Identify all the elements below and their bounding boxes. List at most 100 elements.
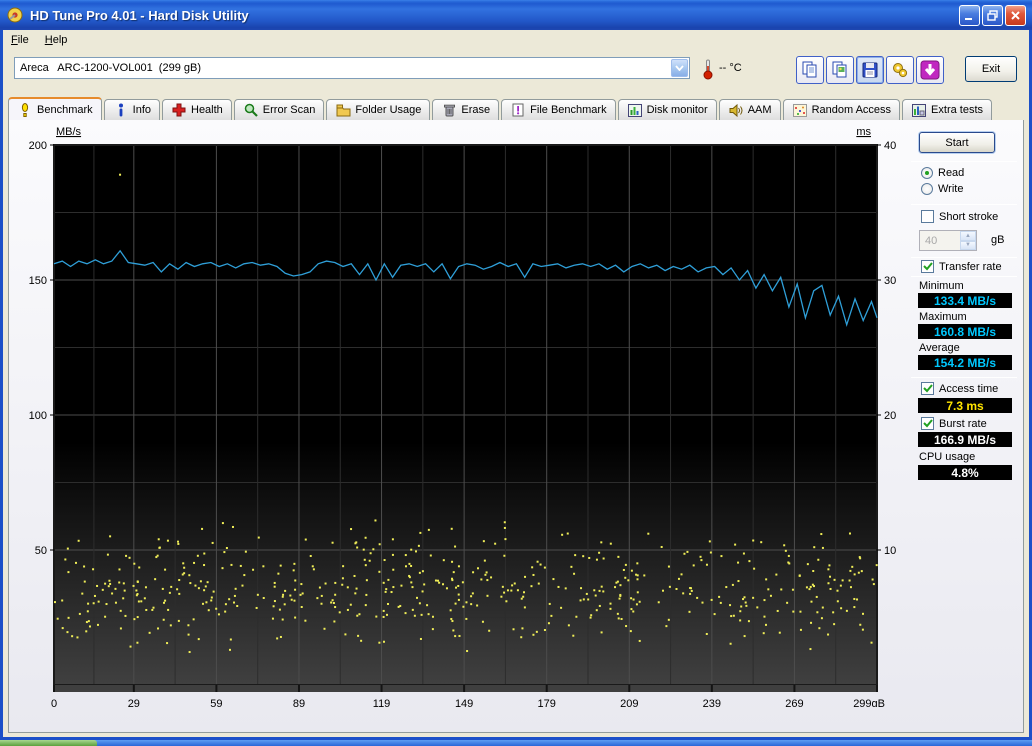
options-button[interactable] — [886, 56, 914, 84]
tab-label: Error Scan — [262, 104, 316, 116]
tab-folder-usage[interactable]: Folder Usage — [326, 99, 431, 120]
separator — [911, 276, 1017, 277]
drive-selector[interactable]: Areca ARC-1200-VOL001 (299 gB) — [14, 57, 690, 79]
menu-bar: File Help — [3, 30, 1029, 50]
save-icon — [862, 62, 878, 78]
cpu-usage-label: CPU usage — [919, 451, 976, 463]
svg-text:40: 40 — [884, 140, 896, 152]
menu-help[interactable]: Help — [37, 32, 76, 48]
tab-label: Health — [191, 104, 223, 116]
menu-file[interactable]: File — [3, 32, 37, 48]
burst-rate-checkbox[interactable]: Burst rate — [921, 417, 987, 430]
tab-file-benchmark[interactable]: File Benchmark — [501, 99, 616, 120]
svg-text:30: 30 — [884, 275, 896, 287]
tab-benchmark[interactable]: Benchmark — [8, 97, 102, 120]
speaker-icon — [728, 103, 744, 117]
drive-selector-value: Areca ARC-1200-VOL001 (299 gB) — [20, 62, 201, 74]
separator — [911, 204, 1017, 205]
start-label: Start — [945, 136, 969, 149]
transfer-rate-label: Transfer rate — [939, 260, 1002, 273]
svg-text:0: 0 — [51, 698, 57, 707]
tab-error-scan[interactable]: Error Scan — [233, 99, 325, 120]
extra-tests-icon — [911, 103, 927, 117]
thermometer-icon — [703, 59, 713, 80]
average-value: 154.2 MB/s — [918, 355, 1012, 370]
app-icon — [7, 7, 23, 23]
download-button[interactable] — [916, 56, 944, 84]
svg-text:179: 179 — [538, 698, 556, 707]
toolbar: Areca ARC-1200-VOL001 (299 gB) -- °C Exi… — [3, 50, 1029, 94]
benchmark-page: MB/s 200 150 100 50 ms 40 30 20 10 0 29 59 89 119 149 17… — [8, 120, 1024, 733]
svg-text:149: 149 — [455, 698, 473, 707]
start-menu-button-fragment[interactable] — [0, 740, 97, 746]
temperature-readout: -- °C — [719, 62, 742, 74]
burst-rate-value: 166.9 MB/s — [918, 432, 1012, 447]
minimum-value: 133.4 MB/s — [918, 293, 1012, 308]
tab-label: Info — [132, 104, 151, 116]
svg-text:299gB: 299gB — [853, 698, 885, 707]
start-button[interactable]: Start — [919, 132, 995, 153]
save-button[interactable] — [856, 56, 884, 84]
short-stroke-checkbox[interactable]: Short stroke — [921, 210, 998, 223]
tab-disk-monitor[interactable]: Disk monitor — [617, 99, 717, 120]
checkbox-checked-icon — [921, 417, 934, 430]
download-icon — [920, 60, 940, 80]
tab-erase[interactable]: Erase — [432, 99, 500, 120]
radio-selected-icon — [921, 167, 933, 179]
burst-rate-label: Burst rate — [939, 417, 987, 430]
benchmark-chart-svg: MB/s20015010050ms403020100 29 59 89 119 149 17… — [29, 126, 897, 710]
copy-image-button[interactable] — [826, 56, 854, 84]
trash-icon — [441, 103, 457, 117]
minimize-button[interactable] — [959, 4, 980, 26]
tab-label: File Benchmark — [530, 104, 607, 116]
title-bar: HD Tune Pro 4.01 - Hard Disk Utility — [0, 0, 1032, 30]
svg-text:209: 209 — [620, 698, 638, 707]
copy-icon — [802, 61, 817, 78]
window-title: HD Tune Pro 4.01 - Hard Disk Utility — [30, 7, 249, 23]
folder-icon — [335, 103, 351, 117]
screen: HD Tune Pro 4.01 - Hard Disk Utility Fil… — [0, 0, 1032, 746]
short-stroke-size-spinner[interactable]: 40 ▲ ▼ — [919, 230, 977, 251]
svg-text:10: 10 — [884, 545, 896, 557]
tab-label: AAM — [747, 104, 772, 116]
write-radio[interactable]: Write — [921, 183, 963, 195]
svg-text:20: 20 — [884, 410, 896, 422]
copy-image-icon — [832, 61, 847, 78]
tab-random-access[interactable]: Random Access — [782, 99, 901, 120]
close-button[interactable] — [1005, 4, 1026, 26]
stroke-unit-label: gB — [991, 234, 1005, 246]
checkbox-unchecked-icon — [921, 210, 934, 223]
tab-label: Random Access — [811, 104, 892, 116]
read-radio[interactable]: Read — [921, 167, 964, 179]
maximize-button[interactable] — [982, 4, 1003, 26]
cpu-usage-value: 4.8% — [918, 465, 1012, 480]
svg-text:100: 100 — [29, 410, 47, 422]
taskbar-fragment[interactable] — [0, 740, 1032, 746]
spinner-down-icon[interactable]: ▼ — [960, 240, 976, 250]
access-time-checkbox[interactable]: Access time — [921, 382, 998, 395]
svg-text:150: 150 — [29, 275, 47, 287]
transfer-rate-checkbox[interactable]: Transfer rate — [921, 260, 1002, 273]
file-benchmark-icon — [510, 103, 526, 117]
svg-text:59: 59 — [210, 698, 222, 707]
info-icon — [113, 103, 129, 117]
checkbox-checked-icon — [921, 382, 934, 395]
spinner-up-icon[interactable]: ▲ — [960, 231, 976, 241]
copy-text-button[interactable] — [796, 56, 824, 84]
magnifier-icon — [243, 103, 259, 117]
tab-info[interactable]: Info — [103, 99, 160, 120]
tab-aam[interactable]: AAM — [718, 99, 781, 120]
tab-strip: Benchmark Info Health Error Scan Folder … — [8, 97, 1024, 120]
svg-text:200: 200 — [29, 140, 47, 152]
benchmark-icon — [17, 102, 33, 117]
svg-text:MB/s: MB/s — [56, 126, 82, 138]
svg-text:119: 119 — [373, 698, 391, 707]
exit-button[interactable]: Exit — [965, 56, 1017, 82]
tab-extra-tests[interactable]: Extra tests — [902, 99, 993, 120]
chevron-down-icon[interactable] — [671, 59, 688, 77]
separator — [911, 161, 1017, 162]
access-time-label: Access time — [939, 382, 999, 395]
gear-icon — [893, 63, 908, 78]
tab-health[interactable]: Health — [162, 99, 232, 120]
maximum-value: 160.8 MB/s — [918, 324, 1012, 339]
